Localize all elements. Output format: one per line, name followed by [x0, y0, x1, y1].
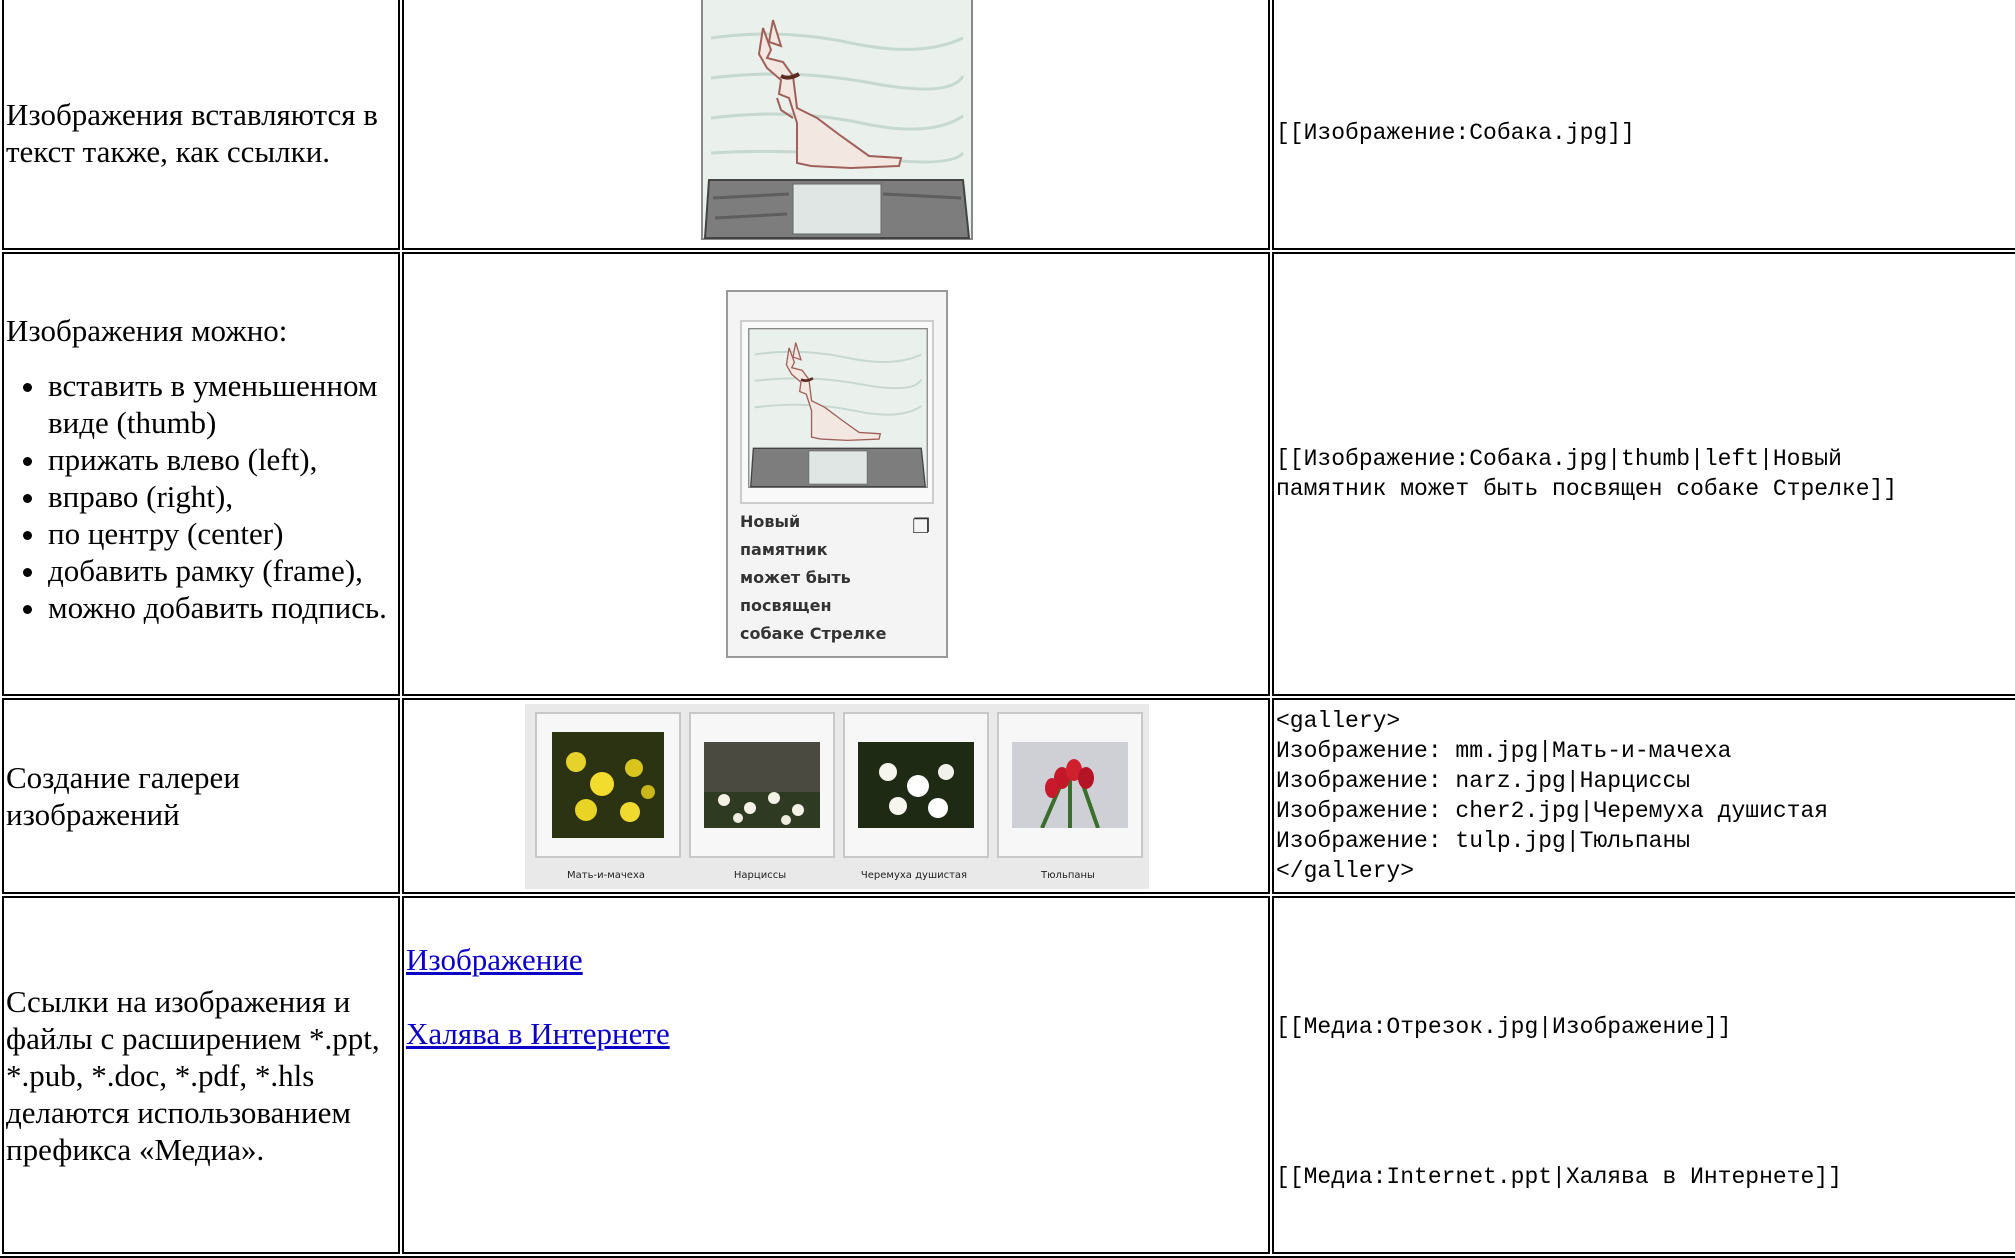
bird-cherry-photo: [858, 741, 974, 828]
list-item: добавить рамку (frame),: [48, 552, 398, 589]
gallery-item[interactable]: Тюльпаны: [997, 711, 1143, 881]
coltsfoot-photo: [552, 731, 664, 838]
gallery-frame: [997, 711, 1143, 858]
gallery-caption: Нарциссы: [733, 869, 787, 881]
thumbnail-caption: ❐ Новый памятник может быть посвящен соб…: [740, 504, 934, 648]
page: Изображения вставляются в текст также, к…: [0, 0, 2015, 1258]
gallery-item[interactable]: Мать-и-мачеха: [535, 711, 681, 881]
preview-cell: [402, 0, 1270, 250]
list-item: вставить в уменьшенном виде (thumb): [48, 367, 398, 441]
gallery-frame: [535, 711, 681, 858]
magnify-icon[interactable]: ❐: [912, 512, 930, 540]
gallery-caption: Черемуха душистая: [860, 869, 968, 881]
dog-drawing-picture: [701, 0, 973, 240]
thumbnail-caption-text: Новый памятник может быть посвящен собак…: [740, 512, 887, 643]
description-cell: Создание галереи изображений: [2, 698, 400, 894]
code-cell: [[Изображение:Собака.jpg]]: [1272, 0, 2015, 250]
description-cell: Ссылки на изображения и файлы с расширен…: [2, 896, 400, 1254]
dog-drawing-picture: [748, 328, 928, 488]
table-row: Изображения можно: вставить в уменьшенно…: [2, 252, 2015, 696]
gallery-frame: [689, 711, 835, 858]
gallery-caption: Мать-и-мачеха: [567, 869, 645, 881]
gallery-item[interactable]: Черемуха душистая: [843, 711, 989, 881]
table-row: Создание галереи изображений Мать-и-маче…: [2, 698, 2015, 894]
media-image-link[interactable]: Изображение: [406, 942, 583, 977]
syntax-table: Изображения вставляются в текст также, к…: [0, 0, 2015, 1258]
options-intro: Изображения можно:: [6, 313, 288, 348]
code-cell: [[Изображение:Собака.jpg|thumb|left|Новы…: [1272, 252, 2015, 696]
code-cell: [[Медиа:Отрезок.jpg|Изображение]] [[Меди…: [1272, 896, 2015, 1254]
preview-cell: ❐ Новый памятник может быть посвящен соб…: [402, 252, 1270, 696]
image-gallery: Мать-и-мачеха Нарциссы Черемуха душистая…: [525, 703, 1149, 889]
description-cell: Изображения можно: вставить в уменьшенно…: [2, 252, 400, 696]
media-ppt-code: [[Медиа:Internet.ppt|Халява в Интернете]…: [1276, 1164, 1842, 1190]
media-ppt-link[interactable]: Халява в Интернете: [406, 1016, 670, 1051]
narcissus-photo: [704, 741, 820, 828]
list-item: по центру (center): [48, 515, 398, 552]
preview-cell: Изображение Халява в Интернете: [402, 896, 1270, 1254]
dog-image[interactable]: [701, 0, 973, 248]
list-item: можно добавить подпись.: [48, 589, 398, 626]
options-list: вставить в уменьшенном виде (thumb) приж…: [6, 367, 398, 626]
thumbnail-image[interactable]: [740, 320, 934, 504]
list-item: прижать влево (left),: [48, 441, 398, 478]
gallery-frame: [843, 711, 989, 858]
gallery-item[interactable]: Нарциссы: [689, 711, 835, 881]
thumbnail-frame: ❐ Новый памятник может быть посвящен соб…: [726, 290, 948, 658]
tulips-photo: [1012, 741, 1128, 828]
table-row: Ссылки на изображения и файлы с расширен…: [2, 896, 2015, 1254]
gallery-caption: Тюльпаны: [1041, 869, 1095, 881]
description-cell: Изображения вставляются в текст также, к…: [2, 0, 400, 250]
list-item: вправо (right),: [48, 478, 398, 515]
preview-cell: Мать-и-мачеха Нарциссы Черемуха душистая…: [402, 698, 1270, 894]
media-image-code: [[Медиа:Отрезок.jpg|Изображение]]: [1276, 1014, 1732, 1040]
code-cell: <gallery> Изображение: mm.jpg|Мать-и-мач…: [1272, 698, 2015, 894]
table-row: Изображения вставляются в текст также, к…: [2, 0, 2015, 250]
